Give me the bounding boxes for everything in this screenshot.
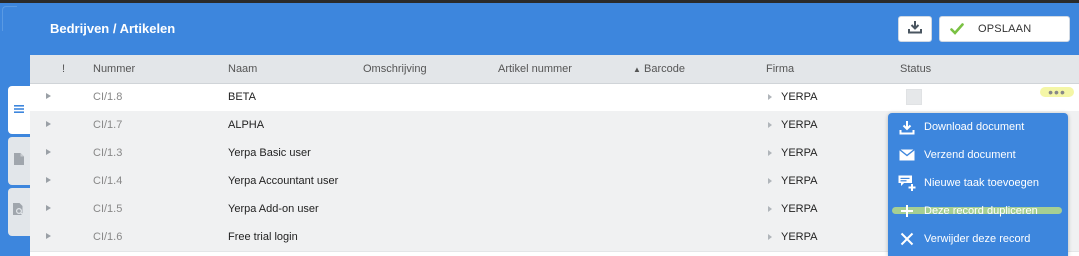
column-header-barcode[interactable]: Barcode xyxy=(644,63,685,75)
firma-arrow-icon xyxy=(768,206,772,213)
expand-arrow-icon[interactable] xyxy=(46,205,51,211)
firma-arrow-icon xyxy=(768,122,772,129)
close-icon xyxy=(898,231,916,247)
checkmark-icon xyxy=(950,23,964,35)
firma-arrow-icon xyxy=(768,94,772,101)
cell-naam: Yerpa Add-on user xyxy=(228,203,319,215)
sort-asc-icon: ▲ xyxy=(633,65,641,74)
cell-nummer: CI/1.5 xyxy=(93,203,123,215)
cell-naam: Yerpa Accountant user xyxy=(228,175,339,187)
table-row[interactable]: CI/1.8 BETA YERPA ••• xyxy=(30,83,1079,112)
cell-firma: YERPA xyxy=(768,119,817,131)
download-button[interactable] xyxy=(898,16,932,42)
cell-firma-value: YERPA xyxy=(781,203,818,215)
cell-firma: YERPA xyxy=(768,175,817,187)
window-corner-decoration xyxy=(2,6,17,31)
cell-nummer: CI/1.7 xyxy=(93,119,123,131)
cell-firma: YERPA xyxy=(768,147,817,159)
column-header-naam[interactable]: Naam xyxy=(228,63,257,75)
column-header-omschrijving[interactable]: Omschrijving xyxy=(363,63,427,75)
expand-arrow-icon[interactable] xyxy=(46,121,51,127)
menu-item-duplicate-record[interactable]: Deze record dupliceren xyxy=(888,197,1068,225)
row-context-menu: Download document Verzend document Nieuw… xyxy=(888,113,1068,256)
envelope-icon xyxy=(898,147,916,163)
cell-firma-value: YERPA xyxy=(781,147,818,159)
download-icon xyxy=(907,20,923,39)
menu-item-label: Verzend document xyxy=(924,149,1016,161)
cell-naam: Yerpa Basic user xyxy=(228,147,311,159)
status-checkbox[interactable] xyxy=(906,89,922,105)
app-frame: Bedrijven / Artikelen OPSLAAN ! Nummer N… xyxy=(0,0,1079,256)
side-tab-document-search[interactable] xyxy=(8,188,30,236)
plus-icon xyxy=(898,203,916,219)
side-tab-document[interactable] xyxy=(8,137,30,185)
save-button[interactable]: OPSLAAN xyxy=(939,16,1070,42)
column-header-status[interactable]: Status xyxy=(900,63,931,75)
menu-item-label: Deze record dupliceren xyxy=(924,205,1038,217)
firma-arrow-icon xyxy=(768,234,772,241)
cell-naam: ALPHA xyxy=(228,119,265,131)
column-header-firma[interactable]: Firma xyxy=(766,63,794,75)
cell-firma: YERPA xyxy=(768,231,817,243)
download-icon xyxy=(898,119,916,135)
column-header-artikel-nummer[interactable]: Artikel nummer xyxy=(498,63,572,75)
cell-nummer: CI/1.8 xyxy=(93,91,123,103)
menu-item-label: Verwijder deze record xyxy=(924,233,1031,245)
save-button-label: OPSLAAN xyxy=(978,23,1032,35)
column-header-nummer[interactable]: Nummer xyxy=(93,63,135,75)
firma-arrow-icon xyxy=(768,178,772,185)
cell-nummer: CI/1.4 xyxy=(93,175,123,187)
expand-arrow-icon[interactable] xyxy=(46,233,51,239)
menu-item-label: Nieuwe taak toevoegen xyxy=(924,177,1039,189)
menu-item-download-document[interactable]: Download document xyxy=(888,113,1068,141)
cell-firma-value: YERPA xyxy=(781,119,818,131)
expand-arrow-icon[interactable] xyxy=(46,93,51,99)
cell-naam: BETA xyxy=(228,91,256,103)
cell-firma: YERPA xyxy=(768,203,817,215)
column-header-flag[interactable]: ! xyxy=(62,63,65,75)
table-header: ! Nummer Naam Omschrijving Artikel numme… xyxy=(30,55,1079,84)
expand-arrow-icon[interactable] xyxy=(46,149,51,155)
list-icon xyxy=(14,101,24,119)
document-search-icon xyxy=(13,203,25,221)
cell-nummer: CI/1.6 xyxy=(93,231,123,243)
page-title: Bedrijven / Artikelen xyxy=(50,21,176,36)
cell-firma-value: YERPA xyxy=(781,175,818,187)
window-top-border xyxy=(0,0,1079,3)
menu-item-add-task[interactable]: Nieuwe taak toevoegen xyxy=(888,169,1068,197)
side-tab-list[interactable] xyxy=(8,86,30,134)
cell-firma-value: YERPA xyxy=(781,91,818,103)
expand-arrow-icon[interactable] xyxy=(46,177,51,183)
menu-item-label: Download document xyxy=(924,121,1025,133)
cell-firma-value: YERPA xyxy=(781,231,818,243)
cell-firma: YERPA xyxy=(768,91,817,103)
cell-nummer: CI/1.3 xyxy=(93,147,123,159)
menu-item-delete-record[interactable]: Verwijder deze record xyxy=(888,225,1068,253)
firma-arrow-icon xyxy=(768,150,772,157)
add-task-icon xyxy=(898,175,916,191)
menu-item-send-document[interactable]: Verzend document xyxy=(888,141,1068,169)
document-icon xyxy=(14,152,24,170)
cell-naam: Free trial login xyxy=(228,231,298,243)
more-options-button[interactable]: ••• xyxy=(1040,85,1074,99)
